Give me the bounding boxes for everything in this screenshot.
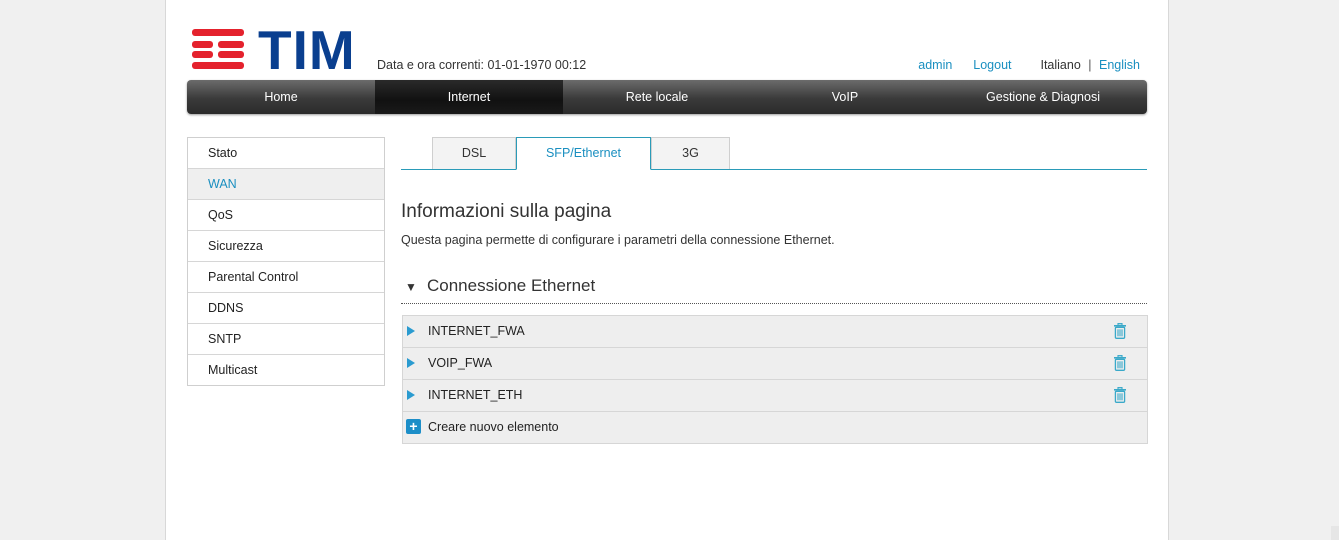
- sidebar-item-sicurezza[interactable]: Sicurezza: [188, 231, 384, 262]
- nav-gestione-diagnosi[interactable]: Gestione & Diagnosi: [939, 80, 1147, 114]
- admin-link[interactable]: admin: [918, 58, 952, 72]
- page-info-description: Questa pagina permette di configurare i …: [401, 233, 835, 247]
- logout-link[interactable]: Logout: [973, 58, 1011, 72]
- nav-home[interactable]: Home: [187, 80, 375, 114]
- sidebar-item-parental-control[interactable]: Parental Control: [188, 262, 384, 293]
- expand-arrow-icon[interactable]: [407, 358, 415, 368]
- language-separator: |: [1088, 58, 1092, 72]
- tim-logo: TIM: [192, 23, 364, 78]
- trash-icon[interactable]: [1113, 387, 1127, 403]
- expand-arrow-icon[interactable]: [407, 326, 415, 336]
- tab-3g[interactable]: 3G: [651, 137, 730, 169]
- connection-list: INTERNET_FWA VOIP_FWA INTERNET_ETH + Cre…: [402, 315, 1148, 444]
- sidebar-item-ddns[interactable]: DDNS: [188, 293, 384, 324]
- sidebar: Stato WAN QoS Sicurezza Parental Control…: [187, 137, 385, 386]
- trash-icon[interactable]: [1113, 355, 1127, 371]
- page-container: TIM Data e ora correnti: 01-01-1970 00:1…: [165, 0, 1169, 540]
- section-header[interactable]: ▼ Connessione Ethernet: [401, 275, 1147, 304]
- connection-row[interactable]: VOIP_FWA: [403, 348, 1147, 380]
- connection-row[interactable]: INTERNET_FWA: [403, 316, 1147, 348]
- current-datetime: Data e ora correnti: 01-01-1970 00:12: [377, 58, 587, 72]
- connection-name: VOIP_FWA: [428, 356, 493, 370]
- create-new-row[interactable]: + Creare nuovo elemento: [403, 412, 1147, 443]
- page-info-title: Informazioni sulla pagina: [401, 201, 612, 222]
- nav-internet[interactable]: Internet: [375, 80, 563, 114]
- section-title: Connessione Ethernet: [427, 276, 596, 295]
- sidebar-item-stato[interactable]: Stato: [188, 138, 384, 169]
- tab-sfp-ethernet[interactable]: SFP/Ethernet: [516, 137, 651, 170]
- collapse-triangle-icon[interactable]: ▼: [405, 280, 417, 294]
- tab-dsl[interactable]: DSL: [432, 137, 516, 169]
- create-new-label[interactable]: Creare nuovo elemento: [428, 420, 559, 434]
- top-links: admin Logout Italiano | English: [918, 58, 1140, 72]
- connection-name: INTERNET_FWA: [428, 324, 525, 338]
- scrollbar-corner: [1331, 526, 1339, 540]
- plus-icon[interactable]: +: [406, 419, 421, 434]
- expand-arrow-icon[interactable]: [407, 390, 415, 400]
- sidebar-item-multicast[interactable]: Multicast: [188, 355, 384, 385]
- language-current: Italiano: [1040, 58, 1081, 72]
- logo-text: TIM: [258, 19, 356, 81]
- connection-name: INTERNET_ETH: [428, 388, 523, 402]
- sidebar-item-sntp[interactable]: SNTP: [188, 324, 384, 355]
- trash-icon[interactable]: [1113, 323, 1127, 339]
- sidebar-item-wan[interactable]: WAN: [188, 169, 384, 200]
- language-english-link[interactable]: English: [1099, 58, 1140, 72]
- connection-row[interactable]: INTERNET_ETH: [403, 380, 1147, 412]
- nav-rete-locale[interactable]: Rete locale: [563, 80, 751, 114]
- wan-tabs: DSL SFP/Ethernet 3G: [401, 137, 1147, 170]
- sidebar-item-qos[interactable]: QoS: [188, 200, 384, 231]
- main-nav: Home Internet Rete locale VoIP Gestione …: [187, 80, 1147, 114]
- nav-voip[interactable]: VoIP: [751, 80, 939, 114]
